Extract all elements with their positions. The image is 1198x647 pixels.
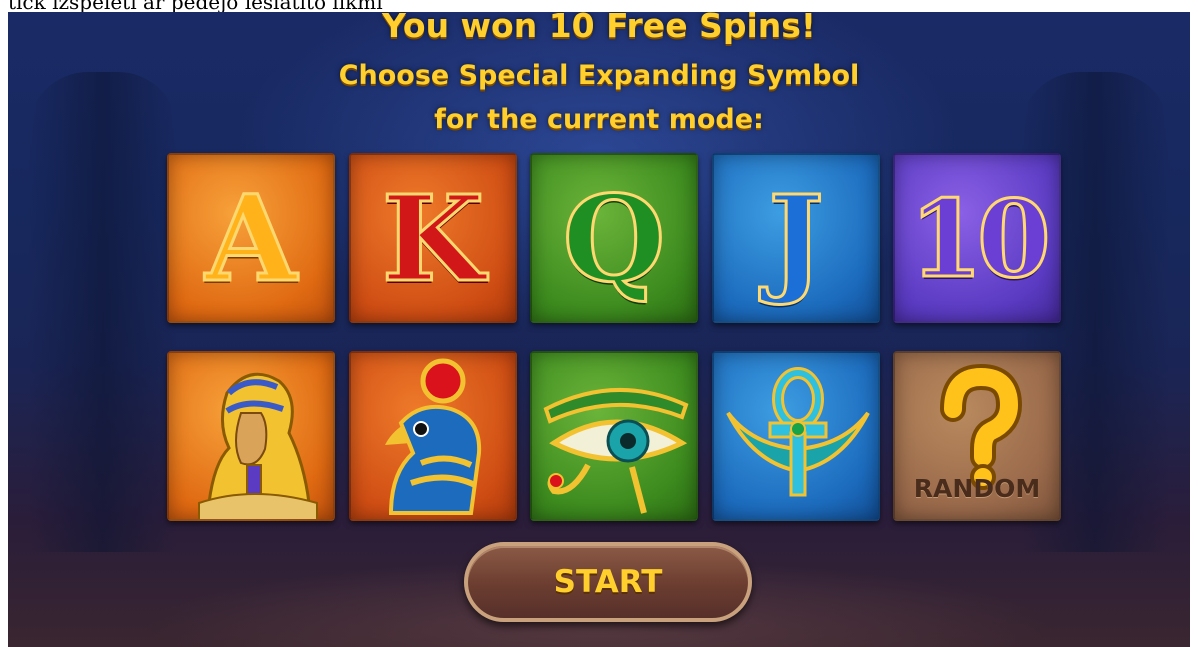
horus-falcon-icon (385, 358, 482, 515)
left-statue-silhouette (28, 72, 178, 552)
symbol-tile-random[interactable]: RANDOM (893, 351, 1061, 521)
symbol-tile-ankh[interactable] (712, 351, 880, 521)
free-spins-screen: You won 10 Free Spins! Choose Special Ex… (8, 12, 1190, 647)
eye-of-ra-icon (543, 387, 689, 514)
symbol-tile-pharaoh[interactable] (167, 351, 335, 521)
number-10-symbol: 10 (908, 174, 1053, 302)
winged-ankh-icon (726, 367, 870, 497)
symbol-tile-j[interactable]: J (712, 153, 880, 323)
letter-k-symbol: K (380, 167, 486, 309)
random-label: RANDOM (913, 474, 1041, 503)
start-button[interactable]: START (464, 542, 752, 622)
free-spins-won-title: You won 10 Free Spins! (382, 12, 816, 45)
symbol-tile-horus[interactable] (349, 351, 517, 521)
pharaoh-icon (198, 372, 318, 519)
letter-a-symbol: A (204, 167, 299, 309)
symbol-tile-10[interactable]: 10 (893, 153, 1061, 323)
current-mode-subtitle: for the current mode: (434, 104, 764, 135)
symbol-tile-k[interactable]: K (349, 153, 517, 323)
letter-j-symbol: J (767, 167, 826, 309)
letter-q-symbol: Q (561, 167, 667, 309)
symbol-tile-q[interactable]: Q (530, 153, 698, 323)
symbol-tile-eye[interactable] (530, 351, 698, 521)
choose-symbol-subtitle: Choose Special Expanding Symbol (338, 60, 860, 91)
symbol-tile-a[interactable]: A (167, 153, 335, 323)
